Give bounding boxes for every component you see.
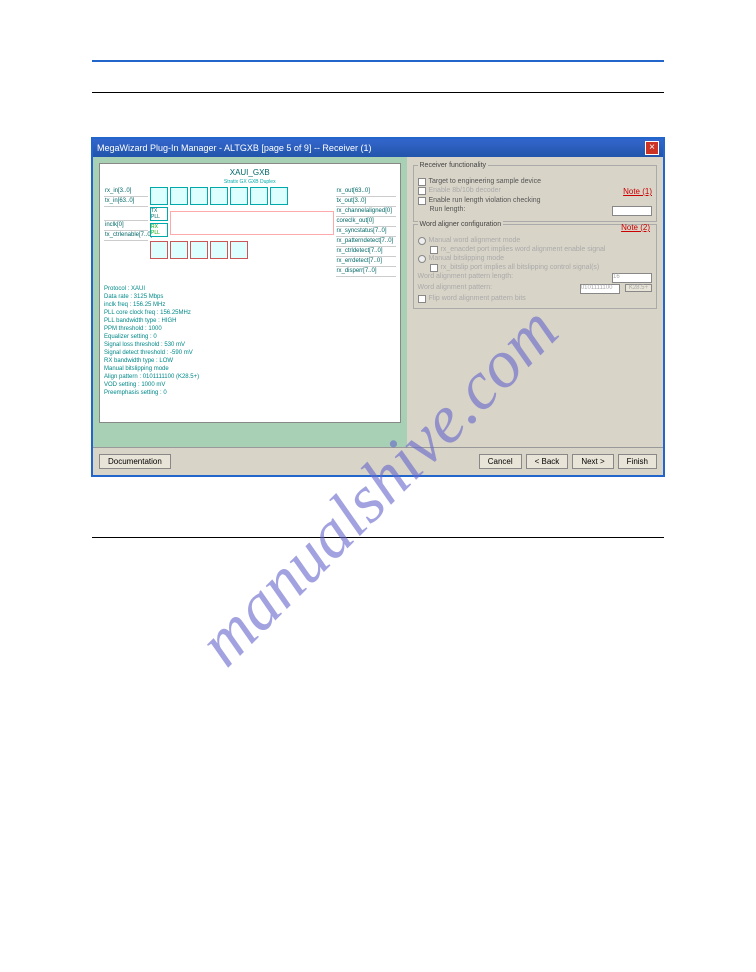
k285-button[interactable]: K28.5+ [625,284,652,292]
wizard-button-row: Documentation Cancel < Back Next > Finis… [93,447,663,475]
titlebar: MegaWizard Plug-In Manager - ALTGXB [pag… [93,139,663,157]
left-ports: rx_in[3..0] tx_in[63..0] inclk[0] tx_ctr… [104,187,148,277]
rx-enacdet-checkbox[interactable] [430,246,438,254]
tx-pll-block: TX PLL [150,207,168,221]
enable-runlength-label: Enable run length violation checking [429,197,541,204]
manual-bitslip-label: Manual bitslipping mode [429,255,505,262]
manual-alignment-radio[interactable] [418,237,426,245]
close-button[interactable]: × [645,141,659,155]
rule-black-mid [92,537,664,538]
note-1: Note (1) [623,187,652,196]
pattern-length-input[interactable]: 16 [612,273,652,283]
right-ports: rx_out[63..0] tx_out[3..0] rx_channelali… [336,187,396,277]
flip-pattern-checkbox[interactable] [418,295,426,303]
rx-bitslip-checkbox[interactable] [430,264,438,272]
receiver-legend: Receiver functionality [418,162,489,169]
rule-blue-top [92,60,664,62]
manual-alignment-label: Manual word alignment mode [429,237,521,244]
next-button[interactable]: Next > [572,454,613,469]
word-aligner-group: Word aligner configuration Note (2) Manu… [413,224,658,309]
pattern-input[interactable]: 0101111100 [580,284,620,294]
target-device-checkbox[interactable] [418,178,426,186]
pattern-length-label: Word alignment pattern length: [418,273,514,280]
finish-button[interactable]: Finish [618,454,657,469]
documentation-button[interactable]: Documentation [99,454,171,469]
rule-black-top [92,92,664,93]
target-device-label: Target to engineering sample device [429,178,541,185]
enable-8b10b-label: Enable 8b/10b decoder [429,187,501,194]
diagram-stats: Protocol : XAUI Data rate : 3125 Mbps in… [104,285,396,397]
runlength-label: Run length: [430,206,466,213]
note-2: Note (2) [621,223,650,232]
back-button[interactable]: < Back [526,454,569,469]
runlength-input[interactable] [612,206,652,216]
rx-bitslip-label: rx_bitslip port implies all bitslipping … [441,264,600,271]
block-diagram: XAUI_GXB Stratix GX GXB Duplex rx_in[3..… [99,163,401,423]
diagram-subtitle: Stratix GX GXB Duplex [104,179,396,185]
diagram-pane: XAUI_GXB Stratix GX GXB Duplex rx_in[3..… [93,157,407,447]
flip-pattern-label: Flip word alignment pattern bits [429,295,526,302]
cancel-button[interactable]: Cancel [479,454,522,469]
manual-bitslip-radio[interactable] [418,255,426,263]
rx-pll-block: RX PLL [150,223,168,237]
window-title: MegaWizard Plug-In Manager - ALTGXB [pag… [97,143,371,153]
receiver-functionality-group: Receiver functionality Target to enginee… [413,165,658,222]
enable-runlength-checkbox[interactable] [418,197,426,205]
aligner-legend: Word aligner configuration [418,221,504,228]
wizard-window: MegaWizard Plug-In Manager - ALTGXB [pag… [91,137,665,477]
pattern-label: Word alignment pattern: [418,284,493,291]
options-pane: Receiver functionality Target to enginee… [407,157,664,447]
rx-enacdet-label: rx_enacdet port implies word alignment e… [441,246,606,253]
diagram-title: XAUI_GXB [104,168,396,177]
enable-8b10b-checkbox[interactable] [418,187,426,195]
